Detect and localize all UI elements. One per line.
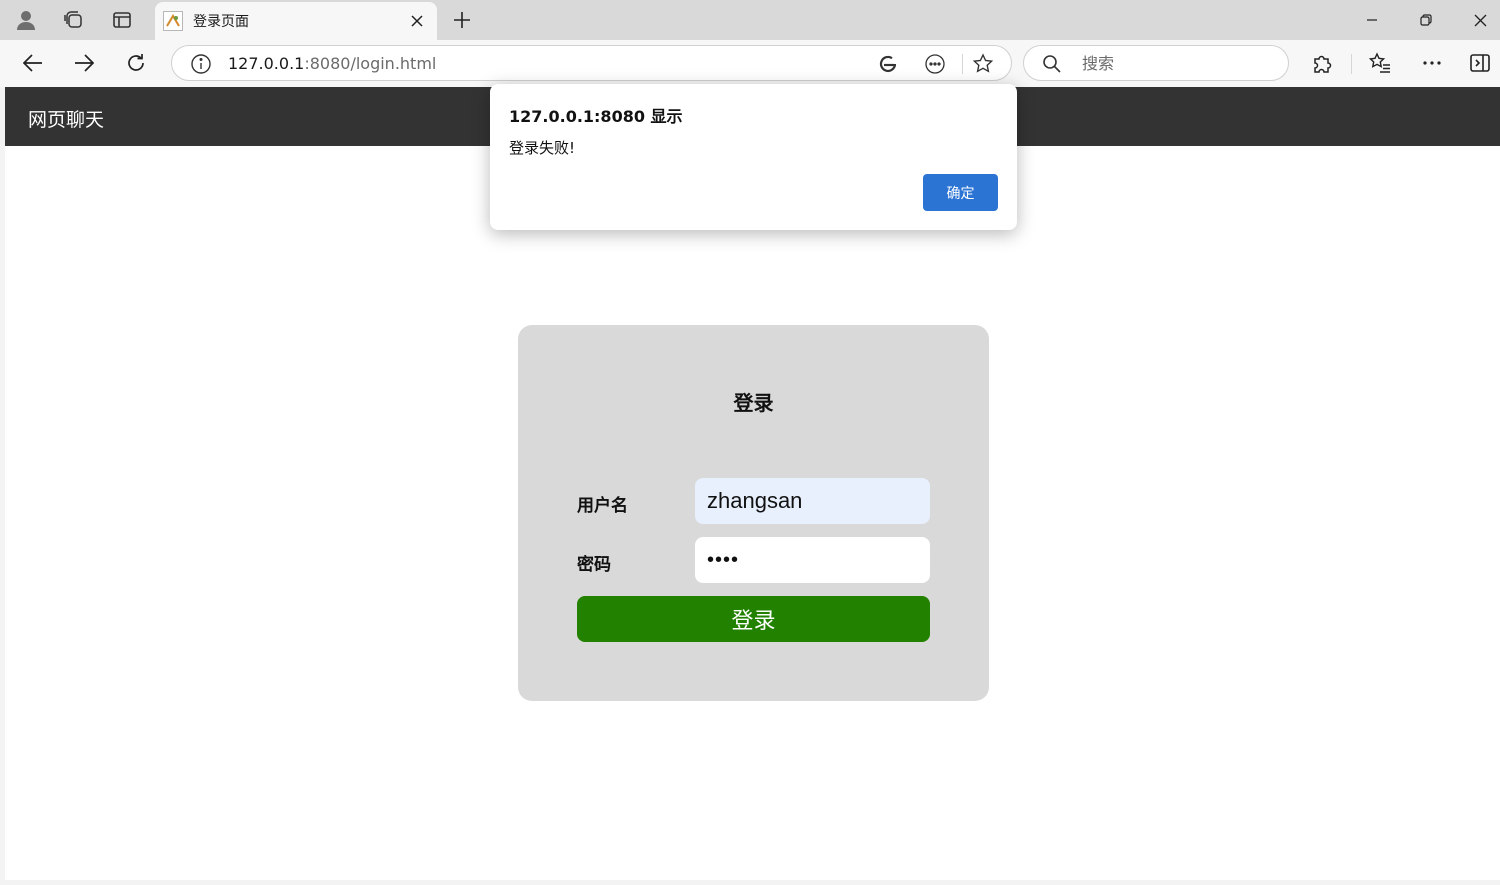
- dialog-message: 登录失败!: [509, 139, 576, 157]
- close-icon: [1474, 14, 1486, 26]
- window-bottom-edge: [0, 880, 1500, 885]
- settings-more-button[interactable]: [1414, 46, 1450, 80]
- address-bar[interactable]: 127.0.0.1:8080/login.html: [171, 45, 1012, 81]
- refresh-icon: [128, 54, 144, 71]
- dialog-title: 127.0.0.1:8080 显示: [509, 107, 683, 126]
- back-button[interactable]: [15, 46, 51, 80]
- arrow-left-icon: [23, 54, 42, 72]
- login-submit-button[interactable]: 登录: [577, 596, 930, 642]
- minimize-icon: [1367, 19, 1377, 21]
- forward-button[interactable]: [66, 46, 102, 80]
- browser-toolbar: 127.0.0.1:8080/login.html: [0, 40, 1500, 87]
- address-separator: [962, 54, 963, 74]
- star-icon: [972, 53, 994, 73]
- favorites-button[interactable]: [1362, 46, 1398, 80]
- new-tab-button[interactable]: [444, 4, 480, 36]
- dialog-ok-button[interactable]: 确定: [923, 174, 998, 211]
- tab-close-button[interactable]: [405, 9, 429, 33]
- site-title: 网页聊天: [28, 109, 105, 131]
- browser-tab-strip: 登录页面: [0, 0, 1500, 40]
- login-form: 登录 用户名 密码 登录: [518, 325, 989, 701]
- puzzle-icon: [1314, 55, 1332, 73]
- ellipsis-icon: [1423, 61, 1441, 65]
- restore-icon: [1420, 14, 1432, 26]
- sidebar-icon: [1470, 54, 1490, 72]
- plus-icon: [454, 12, 470, 28]
- browser-essentials-icon: [879, 55, 897, 73]
- search-input[interactable]: [1080, 52, 1270, 74]
- profile-icon: [17, 11, 35, 30]
- profile-button[interactable]: [8, 4, 44, 36]
- collections-icon: [64, 11, 82, 28]
- tab-actions-icon: [113, 12, 131, 28]
- favorite-button[interactable]: [970, 52, 996, 76]
- url-path: :8080/login.html: [304, 54, 437, 73]
- vertical-tabs-button[interactable]: [104, 4, 140, 36]
- login-heading: 登录: [733, 391, 774, 415]
- password-label: 密码: [577, 555, 611, 575]
- edge-refresh-button[interactable]: [875, 52, 901, 76]
- restore-button[interactable]: [1399, 0, 1453, 40]
- extensions-button[interactable]: [1304, 46, 1340, 80]
- minimize-button[interactable]: [1345, 0, 1399, 40]
- close-icon: [411, 15, 423, 27]
- username-label: 用户名: [577, 496, 628, 516]
- alert-dialog: 127.0.0.1:8080 显示 登录失败! 确定: [490, 84, 1017, 230]
- refresh-button[interactable]: [118, 46, 154, 80]
- info-icon[interactable]: [190, 53, 212, 75]
- more-options-button[interactable]: [922, 52, 948, 76]
- toolbar-separator: [1351, 54, 1352, 74]
- url-text[interactable]: 127.0.0.1:8080/login.html: [228, 54, 436, 73]
- search-icon: [1043, 55, 1061, 73]
- tab-login-page[interactable]: 登录页面: [155, 2, 437, 40]
- search-box[interactable]: [1023, 45, 1289, 81]
- arrow-right-icon: [75, 54, 94, 72]
- sidebar-toggle-button[interactable]: [1462, 46, 1498, 80]
- workspaces-button[interactable]: [55, 4, 91, 36]
- ellipsis-circle-icon: [925, 54, 945, 74]
- close-window-button[interactable]: [1453, 0, 1500, 40]
- favorites-list-icon: [1369, 52, 1390, 73]
- url-host: 127.0.0.1: [228, 54, 305, 73]
- tab-title: 登录页面: [193, 14, 249, 30]
- username-input[interactable]: [695, 478, 930, 524]
- password-input[interactable]: [695, 537, 930, 583]
- favicon-icon: [163, 11, 183, 31]
